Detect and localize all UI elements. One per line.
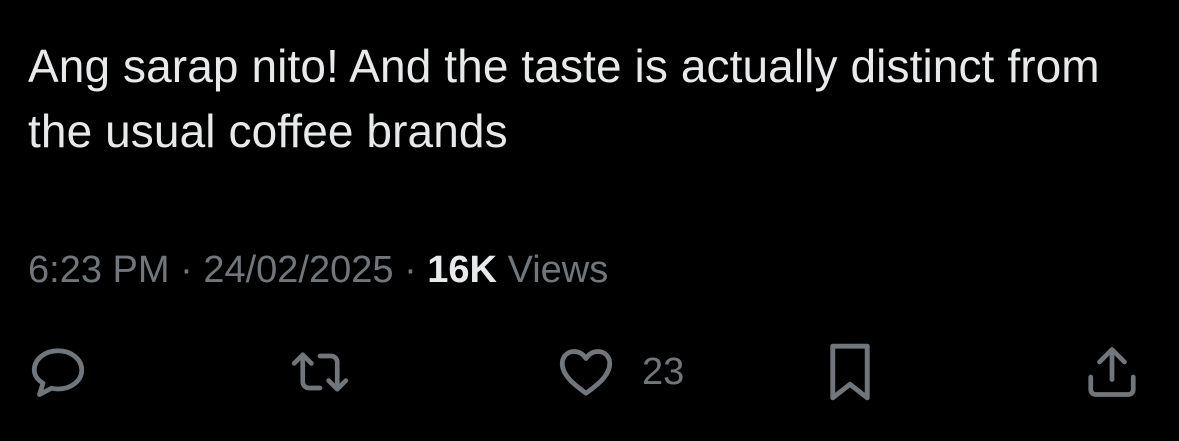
tweet-date[interactable]: 24/02/2025 bbox=[203, 249, 393, 291]
tweet-time[interactable]: 6:23 PM bbox=[28, 249, 170, 291]
heart-icon bbox=[556, 342, 616, 402]
retweet-button[interactable] bbox=[288, 340, 352, 404]
bookmark-icon bbox=[822, 340, 878, 404]
meta-separator: · bbox=[180, 249, 193, 291]
share-icon bbox=[1082, 342, 1142, 402]
share-button[interactable] bbox=[1082, 340, 1142, 404]
like-count: 23 bbox=[642, 350, 685, 393]
like-button[interactable]: 23 bbox=[556, 340, 684, 404]
reply-button[interactable] bbox=[28, 340, 88, 404]
reply-icon bbox=[28, 342, 88, 402]
retweet-icon bbox=[288, 342, 352, 402]
bookmark-button[interactable] bbox=[822, 340, 878, 404]
action-bar: 23 bbox=[0, 340, 1179, 404]
views-label[interactable]: Views bbox=[508, 249, 609, 291]
tweet-text: Ang sarap nito! And the taste is actuall… bbox=[28, 40, 1100, 157]
meta-separator: · bbox=[404, 249, 417, 291]
tweet-meta: 6:23 PM · 24/02/2025 · 16K Views bbox=[28, 246, 608, 294]
views-count[interactable]: 16K bbox=[427, 249, 497, 291]
